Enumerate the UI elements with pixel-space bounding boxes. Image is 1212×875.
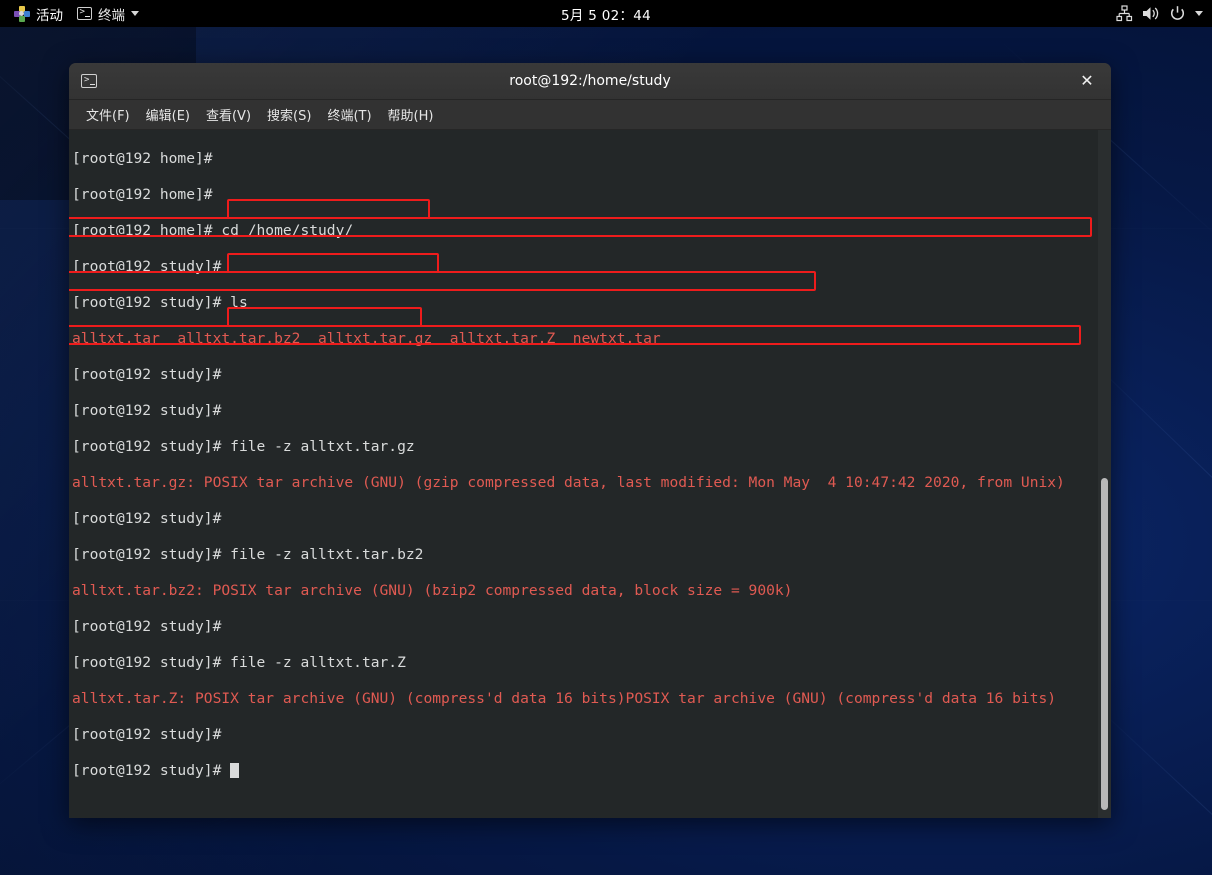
shell-prompt: [root@192 study]# bbox=[72, 402, 231, 419]
terminal-line: [root@192 study]# bbox=[72, 726, 1065, 744]
top-bar-left-group: 活动 终端 bbox=[0, 0, 146, 27]
shell-command-file-gz: file -z alltxt.tar.gz bbox=[230, 438, 415, 455]
menu-item-help[interactable]: 帮助(H) bbox=[380, 102, 442, 127]
activities-button[interactable]: 活动 bbox=[7, 0, 70, 27]
terminal-window: root@192:/home/study ✕ 文件(F) 编辑(E) 查看(V)… bbox=[69, 63, 1111, 818]
menu-item-terminal[interactable]: 终端(T) bbox=[319, 102, 379, 127]
terminal-line: [root@192 study]# bbox=[72, 258, 1065, 276]
terminal-line: [root@192 study]# bbox=[72, 366, 1065, 384]
window-titlebar[interactable]: root@192:/home/study ✕ bbox=[69, 63, 1111, 100]
terminal-scrollbar[interactable] bbox=[1098, 130, 1111, 818]
terminal-icon bbox=[77, 6, 92, 20]
shell-command-file-z: file -z alltxt.tar.Z bbox=[230, 654, 406, 671]
menu-item-view[interactable]: 查看(V) bbox=[198, 102, 259, 127]
terminal-line: [root@192 study]# file -z alltxt.tar.gz bbox=[72, 438, 1065, 456]
clock[interactable]: 5月 5 02：44 bbox=[0, 4, 1212, 24]
close-icon[interactable]: ✕ bbox=[1077, 71, 1097, 91]
terminal-screen[interactable]: [root@192 home]# [root@192 home]# [root@… bbox=[69, 130, 1111, 818]
volume-icon bbox=[1143, 7, 1159, 20]
terminal-line: [root@192 home]# cd /home/study/ bbox=[72, 222, 1065, 240]
terminal-line: alltxt.tar.gz: POSIX tar archive (GNU) (… bbox=[72, 474, 1065, 492]
activities-label: 活动 bbox=[36, 7, 63, 24]
ls-output: alltxt.tar alltxt.tar.bz2 alltxt.tar.gz … bbox=[72, 330, 661, 347]
menu-item-edit[interactable]: 编辑(E) bbox=[138, 102, 198, 127]
shell-command-file-bz2: file -z alltxt.tar.bz2 bbox=[230, 546, 424, 563]
terminal-line: [root@192 study]# file -z alltxt.tar.Z bbox=[72, 654, 1065, 672]
terminal-line: [root@192 home]# bbox=[72, 150, 1065, 168]
shell-prompt: [root@192 study]# bbox=[72, 258, 231, 275]
shell-prompt: [root@192 study]# bbox=[72, 510, 231, 527]
shell-prompt: [root@192 study]# bbox=[72, 366, 231, 383]
terminal-output: [root@192 home]# [root@192 home]# [root@… bbox=[72, 132, 1065, 816]
file-output-gz: alltxt.tar.gz: POSIX tar archive (GNU) (… bbox=[72, 474, 1065, 491]
file-output-z: alltxt.tar.Z: POSIX tar archive (GNU) (c… bbox=[72, 690, 1057, 707]
terminal-line: alltxt.tar.bz2: POSIX tar archive (GNU) … bbox=[72, 582, 1065, 600]
terminal-line: [root@192 study]# bbox=[72, 618, 1065, 636]
shell-prompt: [root@192 study]# bbox=[72, 726, 231, 743]
shell-prompt: [root@192 study]# bbox=[72, 762, 231, 779]
shell-prompt: [root@192 home]# bbox=[72, 150, 222, 167]
terminal-line: [root@192 study]# file -z alltxt.tar.bz2 bbox=[72, 546, 1065, 564]
block-cursor bbox=[230, 763, 240, 778]
menu-item-file[interactable]: 文件(F) bbox=[78, 102, 138, 127]
terminal-line: [root@192 home]# bbox=[72, 186, 1065, 204]
terminal-line: [root@192 study]# ls bbox=[72, 294, 1065, 312]
gnome-top-bar: 活动 终端 5月 5 02：44 bbox=[0, 0, 1212, 27]
app-menu-label: 终端 bbox=[98, 7, 125, 24]
network-wired-icon bbox=[1116, 5, 1133, 22]
terminal-line: [root@192 study]# bbox=[72, 402, 1065, 420]
app-menu-button[interactable]: 终端 bbox=[70, 0, 146, 27]
scrollbar-thumb[interactable] bbox=[1101, 478, 1108, 810]
shell-prompt: [root@192 home]# bbox=[72, 222, 222, 239]
terminal-line: [root@192 study]# bbox=[72, 510, 1065, 528]
shell-prompt: [root@192 study]# bbox=[72, 654, 231, 671]
gnome-activities-icon bbox=[14, 5, 30, 22]
shell-prompt: [root@192 home]# bbox=[72, 186, 222, 203]
window-title: root@192:/home/study bbox=[509, 73, 671, 89]
shell-prompt: [root@192 study]# bbox=[72, 546, 231, 563]
shell-command: ls bbox=[230, 294, 248, 311]
file-output-bz2: alltxt.tar.bz2: POSIX tar archive (GNU) … bbox=[72, 582, 793, 599]
shell-prompt: [root@192 study]# bbox=[72, 618, 231, 635]
terminal-line: [root@192 study]# bbox=[72, 762, 1065, 780]
shell-command: cd /home/study/ bbox=[221, 222, 354, 239]
menu-item-search[interactable]: 搜索(S) bbox=[259, 102, 319, 127]
shell-prompt: [root@192 study]# bbox=[72, 438, 231, 455]
terminal-icon bbox=[81, 73, 97, 88]
menu-bar: 文件(F) 编辑(E) 查看(V) 搜索(S) 终端(T) 帮助(H) bbox=[69, 100, 1111, 130]
terminal-line: alltxt.tar.Z: POSIX tar archive (GNU) (c… bbox=[72, 690, 1065, 708]
power-icon bbox=[1170, 6, 1185, 20]
system-status-area[interactable] bbox=[1116, 0, 1212, 27]
chevron-down-icon bbox=[131, 11, 139, 16]
terminal-line: alltxt.tar alltxt.tar.bz2 alltxt.tar.gz … bbox=[72, 330, 1065, 348]
chevron-down-icon[interactable] bbox=[1195, 11, 1203, 16]
shell-prompt: [root@192 study]# bbox=[72, 294, 231, 311]
